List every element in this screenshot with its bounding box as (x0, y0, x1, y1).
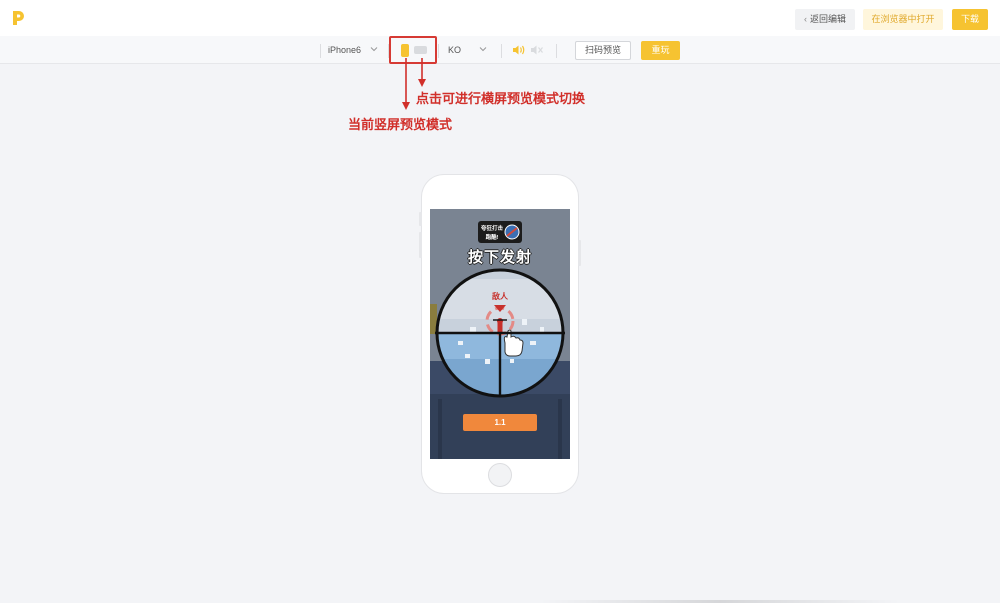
network-select[interactable]: KO (448, 44, 461, 56)
chevron-left-icon: ‹ (803, 14, 807, 24)
preview-toolbar: iPhone6 KO 扫码预览 重玩 (0, 36, 1000, 64)
enemy-label: 敌人 (492, 292, 508, 301)
chevron-down-icon[interactable] (370, 45, 378, 53)
replay-button[interactable]: 重玩 (641, 41, 680, 60)
open-in-browser-button[interactable]: 在浏览器中打开 (863, 9, 943, 30)
timer-bar: 1.1 (463, 414, 537, 431)
home-button (488, 463, 512, 487)
phone-side-button (578, 240, 581, 266)
landscape-hint-label: 点击可进行横屏预览模式切换 (416, 91, 586, 106)
game-title: 按下发射 (467, 249, 532, 266)
phone-side-button (419, 232, 422, 258)
device-select[interactable]: iPhone6 (328, 44, 361, 56)
game-preview-screen[interactable]: 夸狂打击 跑酷! 按下发射 敌人 1.1 (430, 209, 570, 459)
game-logo-text: 夸狂打击 (480, 224, 504, 232)
game-logo-text: 跑酷! (486, 233, 499, 241)
volume-on-icon[interactable] (512, 44, 526, 56)
toolbar-divider (320, 44, 321, 58)
volume-off-icon[interactable] (530, 44, 544, 56)
annotation-arrows (402, 58, 426, 110)
chevron-down-icon[interactable] (479, 45, 487, 53)
scan-preview-button[interactable]: 扫码预览 (575, 41, 631, 60)
toolbar-divider (556, 44, 557, 58)
back-to-edit-label: 返回编辑 (809, 14, 846, 24)
toolbar-divider (438, 44, 439, 58)
p-logo-icon[interactable] (11, 10, 25, 26)
back-to-edit-button[interactable]: ‹ 返回编辑 (795, 9, 855, 30)
download-button[interactable]: 下载 (952, 9, 988, 30)
toolbar-divider (501, 44, 502, 58)
phone-side-button (419, 212, 422, 226)
top-header: ‹ 返回编辑 在浏览器中打开 下载 (0, 0, 1000, 36)
portrait-hint-label: 当前竖屏预览模式 (348, 117, 453, 132)
